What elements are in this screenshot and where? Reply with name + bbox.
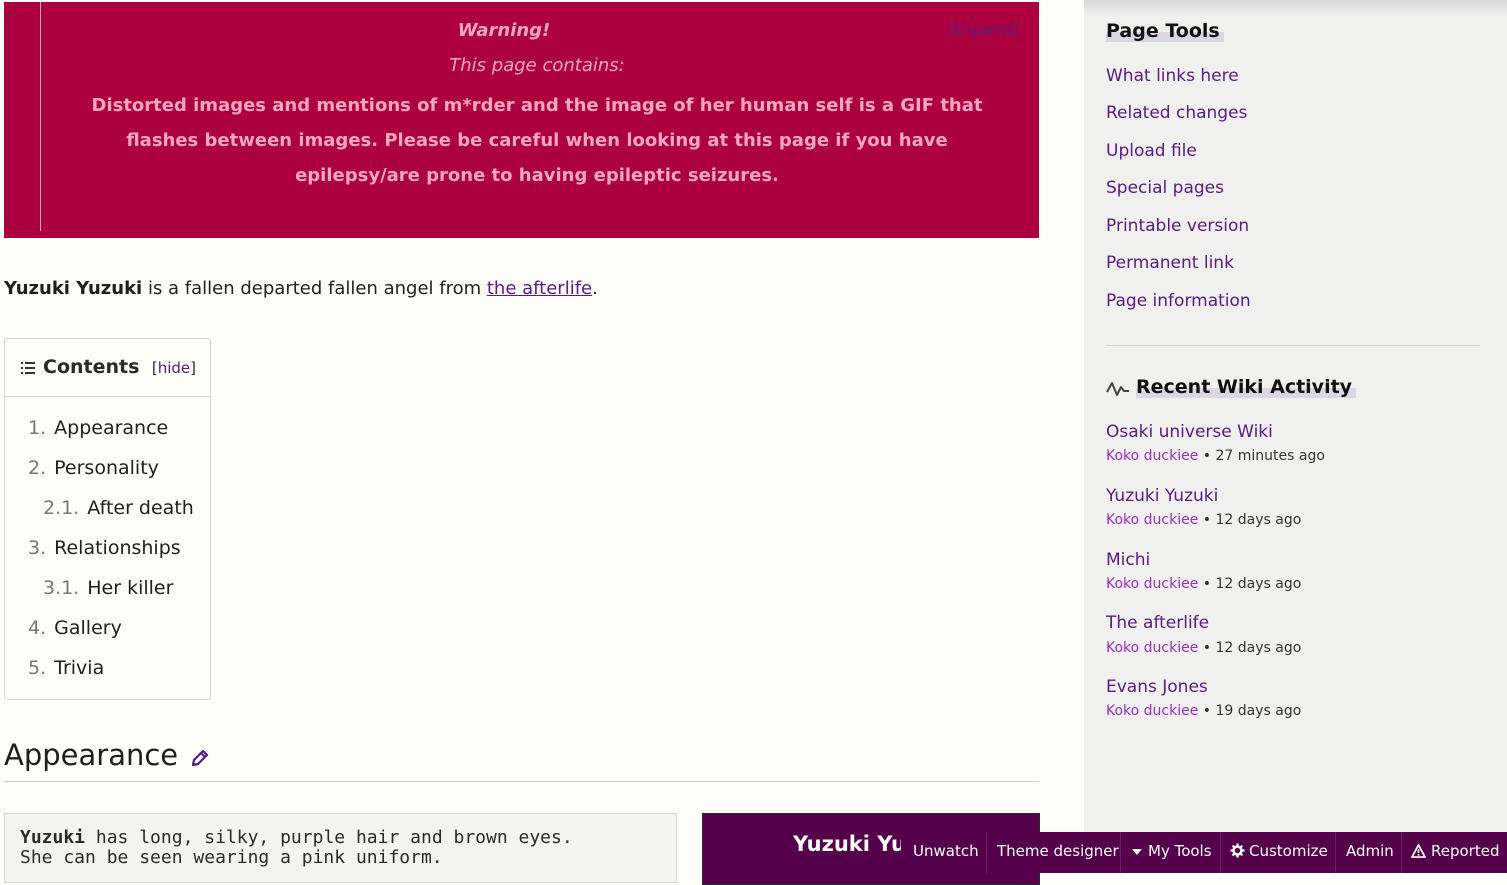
activity-user-link[interactable]: Koko duckiee bbox=[1106, 576, 1198, 592]
afterlife-link[interactable]: the afterlife bbox=[487, 278, 592, 299]
reported-label: Reported bbox=[1431, 842, 1500, 860]
edit-pencil-icon[interactable] bbox=[190, 748, 210, 768]
recent-activity-title: Recent Wiki Activity bbox=[1136, 376, 1357, 398]
description-line-1: Yuzuki has long, silky, purple hair and … bbox=[20, 827, 573, 848]
intro-subject-name: Yuzuki Yuzuki bbox=[4, 278, 143, 299]
activity-item-title[interactable]: Yuzuki Yuzuki bbox=[1106, 486, 1218, 506]
toc-item-personality[interactable]: 2. Personality bbox=[28, 457, 159, 479]
warning-banner: Warning! [Expand] This page contains: Di… bbox=[4, 2, 1039, 238]
warning-body: Distorted images and mentions of m*rder … bbox=[91, 95, 983, 186]
activity-item-title[interactable]: Osaki universe Wiki bbox=[1106, 422, 1273, 442]
activity-user-link[interactable]: Koko duckiee bbox=[1106, 448, 1198, 464]
activity-user-link[interactable]: Koko duckiee bbox=[1106, 703, 1198, 719]
toolbar-separator bbox=[1220, 832, 1221, 873]
warning-subtitle: This page contains: bbox=[449, 55, 625, 76]
tool-page-information[interactable]: Page information bbox=[1106, 291, 1251, 311]
reported-button[interactable]: Reported bbox=[1411, 842, 1499, 860]
warning-triangle-icon bbox=[1411, 844, 1426, 858]
customize-button[interactable]: Customize bbox=[1230, 842, 1328, 860]
activity-item-meta: Koko duckiee • 12 days ago bbox=[1106, 512, 1302, 528]
section-heading-appearance: Appearance bbox=[4, 738, 179, 772]
main-content: Warning! [Expand] This page contains: Di… bbox=[0, 0, 1060, 885]
activity-item-title[interactable]: The afterlife bbox=[1106, 613, 1209, 633]
theme-designer-button[interactable]: Theme designer bbox=[997, 842, 1119, 860]
activity-user-link[interactable]: Koko duckiee bbox=[1106, 640, 1198, 656]
toc-item-relationships[interactable]: 3. Relationships bbox=[28, 537, 181, 559]
toc-item-her-killer[interactable]: 3.1. Her killer bbox=[43, 577, 173, 599]
my-tools-button[interactable]: My Tools bbox=[1132, 842, 1212, 860]
warning-title: Warning! bbox=[457, 20, 551, 41]
admin-button[interactable]: Admin bbox=[1346, 842, 1394, 860]
tool-upload-file[interactable]: Upload file bbox=[1106, 141, 1197, 161]
activity-item-title[interactable]: Evans Jones bbox=[1106, 677, 1208, 697]
activity-pulse-icon bbox=[1106, 382, 1129, 396]
toc-hide-toggle[interactable]: [hide] bbox=[152, 359, 196, 377]
gear-icon bbox=[1230, 843, 1245, 858]
toolbar-separator bbox=[1335, 832, 1336, 873]
activity-item-meta: Koko duckiee • 27 minutes ago bbox=[1106, 448, 1325, 464]
table-of-contents: Contents [hide] 1. Appearance 2. Personali… bbox=[4, 338, 211, 700]
tool-printable-version[interactable]: Printable version bbox=[1106, 216, 1249, 236]
bottom-toolbar: Unwatch Theme designer My Tools Customiz… bbox=[901, 832, 1507, 873]
intro-text: is a fallen departed fallen angel from bbox=[142, 278, 487, 299]
rail-shadow bbox=[1084, 0, 1507, 16]
intro-paragraph: Yuzuki Yuzuki is a fallen departed falle… bbox=[4, 278, 598, 299]
unwatch-button[interactable]: Unwatch bbox=[913, 842, 979, 860]
toc-hide-link[interactable]: hide bbox=[158, 359, 190, 377]
rail-divider bbox=[1106, 345, 1480, 346]
toc-item-gallery[interactable]: 4. Gallery bbox=[28, 617, 122, 639]
toolbar-separator bbox=[986, 832, 987, 873]
toc-header: Contents [hide] bbox=[5, 339, 210, 397]
toc-item-trivia[interactable]: 5. Trivia bbox=[28, 657, 104, 679]
activity-user-link[interactable]: Koko duckiee bbox=[1106, 512, 1198, 528]
toc-item-appearance[interactable]: 1. Appearance bbox=[28, 417, 168, 439]
tool-related-changes[interactable]: Related changes bbox=[1106, 103, 1247, 123]
intro-end: . bbox=[592, 278, 598, 299]
tool-special-pages[interactable]: Special pages bbox=[1106, 178, 1224, 198]
description-line-2: She can be seen wearing a pink uniform. bbox=[20, 847, 443, 868]
caret-down-icon bbox=[1132, 848, 1142, 855]
activity-item-meta: Koko duckiee • 12 days ago bbox=[1106, 576, 1302, 592]
infobox-title: Yuzuki Yuzuki bbox=[793, 832, 903, 856]
tool-permanent-link[interactable]: Permanent link bbox=[1106, 253, 1234, 273]
my-tools-label: My Tools bbox=[1148, 842, 1212, 860]
expand-link[interactable]: [Expand] bbox=[947, 20, 1019, 39]
toolbar-separator bbox=[1120, 832, 1121, 873]
toc-title: Contents bbox=[43, 356, 140, 378]
activity-item-meta: Koko duckiee • 19 days ago bbox=[1106, 703, 1302, 719]
page-tools-title: Page Tools bbox=[1106, 20, 1224, 42]
activity-item-meta: Koko duckiee • 12 days ago bbox=[1106, 640, 1302, 656]
toc-item-after-death[interactable]: 2.1. After death bbox=[43, 497, 194, 519]
customize-label: Customize bbox=[1249, 842, 1328, 860]
heading-rule bbox=[4, 781, 1039, 782]
toolbar-separator bbox=[1401, 832, 1402, 873]
activity-item-title[interactable]: Michi bbox=[1106, 550, 1150, 570]
tool-what-links-here[interactable]: What links here bbox=[1106, 66, 1239, 86]
list-icon bbox=[21, 362, 35, 374]
